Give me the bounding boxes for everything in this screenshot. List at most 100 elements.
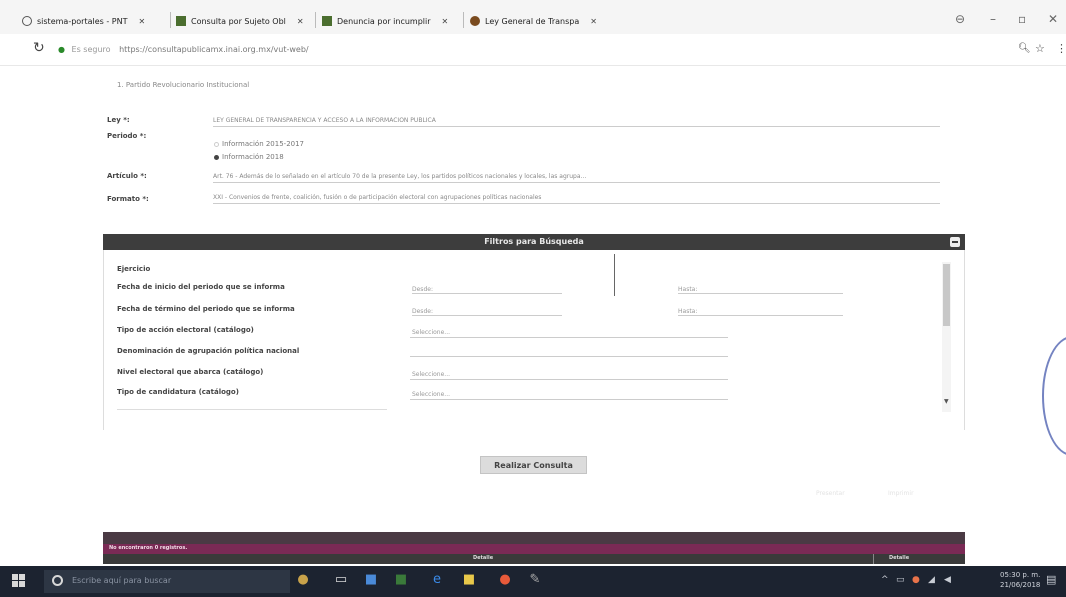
fecha-termino-desde-input[interactable] xyxy=(412,315,562,316)
tab-divider xyxy=(463,12,464,28)
filter-fecha-inicio: Fecha de inicio del periodo que se infor… xyxy=(117,283,285,291)
edge-icon[interactable]: e xyxy=(429,572,445,588)
tab-label: Denuncia por incumplir xyxy=(337,16,431,26)
presentar-link[interactable]: Presentar xyxy=(816,490,845,497)
radio-unchecked-icon xyxy=(214,141,219,147)
ley-field[interactable]: LEY GENERAL DE TRANSPARENCIA Y ACCESO A … xyxy=(213,117,940,127)
minimize-icon[interactable]: – xyxy=(990,12,996,26)
desde-label: Desde: xyxy=(412,286,433,293)
radio-checked-icon xyxy=(214,154,219,160)
results-header-bar xyxy=(103,532,965,544)
periodo-option-2015-2017[interactable]: Información 2015-2017 xyxy=(214,140,304,148)
file-explorer-icon[interactable]: ■ xyxy=(363,572,379,588)
denominacion-input[interactable] xyxy=(410,356,728,357)
paint-icon[interactable]: ✎ xyxy=(527,572,543,588)
task-view-icon[interactable]: ▭ xyxy=(333,572,349,588)
close-icon[interactable]: ✕ xyxy=(138,17,145,26)
menu-icon[interactable]: ⋮ xyxy=(1056,42,1066,55)
column-divider xyxy=(873,554,874,564)
windows-start-icon[interactable] xyxy=(12,574,26,588)
window-close-icon[interactable]: ✕ xyxy=(1048,12,1058,26)
filter-fecha-termino: Fecha de término del periodo que se info… xyxy=(117,305,295,313)
profile-icon[interactable]: ⊖ xyxy=(955,12,965,26)
breadcrumb[interactable]: 1. Partido Revolucionario Institucional xyxy=(117,81,249,89)
hasta-label: Hasta: xyxy=(678,308,698,315)
store-icon[interactable]: ■ xyxy=(461,572,477,588)
tab-consulta-sujeto[interactable]: Consulta por Sujeto Obl ✕ xyxy=(176,10,304,32)
filters-header: Filtros para Búsqueda xyxy=(103,234,965,250)
radio-label: Información 2015-2017 xyxy=(222,140,305,148)
tab-denuncia[interactable]: Denuncia por incumplir ✕ xyxy=(322,10,448,32)
filter-ejercicio: Ejercicio xyxy=(117,265,151,273)
notification-app-icon[interactable]: ● xyxy=(912,575,920,585)
close-icon[interactable]: ✕ xyxy=(442,17,449,26)
formato-field[interactable]: XXI - Convenios de frente, coalición, fu… xyxy=(213,194,940,204)
zoom-icon[interactable]: 🔍︎ xyxy=(1018,43,1031,54)
star-icon[interactable]: ☆ xyxy=(1035,42,1045,55)
search-placeholder: Escribe aquí para buscar xyxy=(72,576,172,585)
filters-panel xyxy=(103,250,965,430)
filters-title: Filtros para Búsqueda xyxy=(484,237,584,246)
nivel-electoral-select[interactable]: Seleccione... xyxy=(412,371,450,378)
close-icon[interactable]: ✕ xyxy=(590,17,597,26)
tab-sistema-portales[interactable]: sistema-portales - PNT ✕ xyxy=(22,10,145,32)
document-favicon-icon xyxy=(176,16,186,26)
filter-nivel-electoral: Nivel electoral que abarca (catálogo) xyxy=(117,368,264,376)
taskbar-clock[interactable]: 05:30 p. m. 21/06/2018 xyxy=(1000,570,1040,590)
column-header-detalle: Detalle xyxy=(473,555,494,561)
excel-icon[interactable]: ■ xyxy=(393,572,409,588)
taskbar-search-box[interactable]: Escribe aquí para buscar xyxy=(44,570,290,593)
secure-label: Es seguro xyxy=(71,45,111,54)
volume-icon[interactable]: ◀ xyxy=(944,575,951,585)
microphone-icon[interactable]: ● xyxy=(295,572,311,588)
collapse-icon[interactable] xyxy=(950,237,960,247)
select-underline xyxy=(410,337,728,338)
battery-icon[interactable]: ▭ xyxy=(896,575,905,585)
select-underline xyxy=(410,399,728,400)
periodo-option-2018[interactable]: Información 2018 xyxy=(214,153,284,161)
fecha-inicio-hasta-input[interactable] xyxy=(678,293,843,294)
clock-time: 05:30 p. m. xyxy=(1000,571,1041,579)
chrome-icon[interactable]: ● xyxy=(497,572,513,588)
panel-divider xyxy=(614,254,615,296)
wifi-icon[interactable]: ◢ xyxy=(928,575,935,585)
tipo-candidatura-select[interactable]: Seleccione... xyxy=(412,391,450,398)
lock-icon: ● xyxy=(58,45,65,54)
clock-date: 21/06/2018 xyxy=(1000,581,1041,589)
filter-denominacion: Denominación de agrupación política naci… xyxy=(117,347,300,355)
windows-taskbar: Escribe aquí para buscar ● ▭ ■ ■ e ■ ● ✎… xyxy=(0,566,1066,597)
browser-tabstrip: sistema-portales - PNT ✕ Consulta por Su… xyxy=(0,0,1066,34)
imprimir-link[interactable]: Imprimir xyxy=(888,490,914,497)
tab-label: Ley General de Transpa xyxy=(485,16,580,26)
law-favicon-icon xyxy=(470,16,480,26)
tab-ley-general[interactable]: Ley General de Transpa ✕ xyxy=(470,10,597,32)
tab-label: Consulta por Sujeto Obl xyxy=(191,16,286,26)
address-bar: ↻ ● Es seguro https://consultapublicamx.… xyxy=(0,34,1066,66)
results-count-band: No encontraron 0 registros. xyxy=(103,544,965,554)
hasta-label: Hasta: xyxy=(678,286,698,293)
realizar-consulta-button[interactable]: Realizar Consulta xyxy=(480,456,587,474)
document-favicon-icon xyxy=(322,16,332,26)
tab-divider xyxy=(315,12,316,28)
periodo-label: Periodo *: xyxy=(107,132,147,140)
close-icon[interactable]: ✕ xyxy=(297,17,304,26)
cortana-icon xyxy=(52,575,63,586)
cut-off-filter-row xyxy=(117,409,387,410)
results-table-header: Detalle Detalle xyxy=(103,554,965,564)
articulo-field[interactable]: Art. 76 - Además de lo señalado en el ar… xyxy=(213,173,940,183)
url-field[interactable]: ● Es seguro https://consultapublicamx.in… xyxy=(58,45,309,54)
action-center-icon[interactable]: ▤ xyxy=(1046,573,1056,586)
tipo-accion-select[interactable]: Seleccione... xyxy=(412,329,450,336)
reload-icon[interactable]: ↻ xyxy=(33,40,45,56)
formato-label: Formato *: xyxy=(107,195,149,203)
stamp-mark xyxy=(1042,336,1066,456)
filter-tipo-candidatura: Tipo de candidatura (catálogo) xyxy=(117,388,239,396)
radio-label: Información 2018 xyxy=(222,153,284,161)
fecha-inicio-desde-input[interactable] xyxy=(412,293,562,294)
scroll-down-icon[interactable]: ▼ xyxy=(944,398,949,405)
select-underline xyxy=(410,379,728,380)
scrollbar-thumb[interactable] xyxy=(943,264,950,326)
tray-chevron-icon[interactable]: ^ xyxy=(881,575,889,585)
fecha-termino-hasta-input[interactable] xyxy=(678,315,843,316)
maximize-icon[interactable]: ▫ xyxy=(1018,12,1026,26)
